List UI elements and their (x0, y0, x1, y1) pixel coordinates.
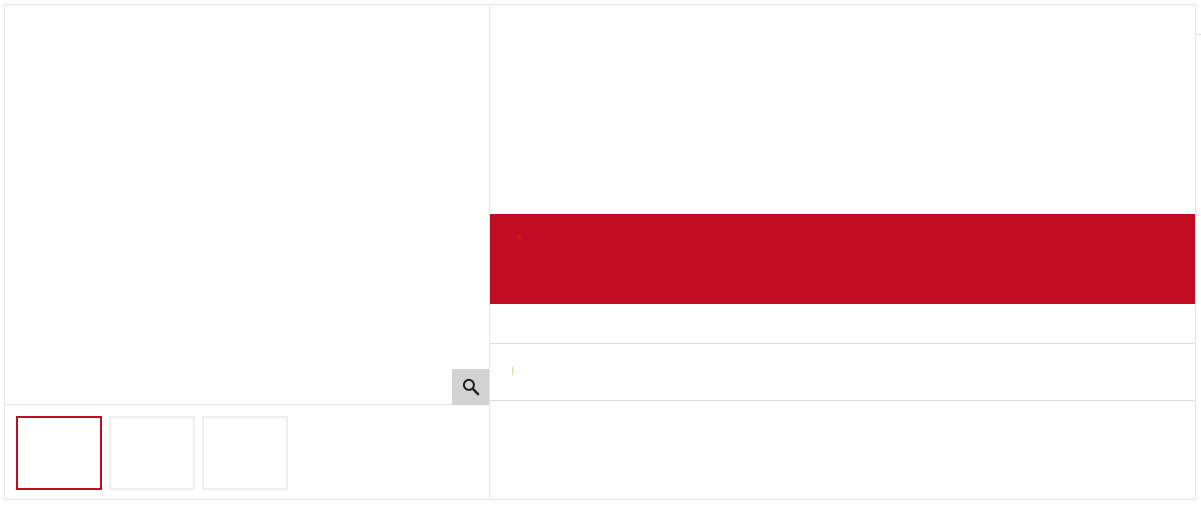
details-row (490, 304, 1195, 344)
thumbnail-2[interactable] (109, 416, 195, 490)
thumbnail-3[interactable] (202, 416, 288, 490)
edge-divider (1196, 34, 1201, 35)
main-product-image[interactable] (5, 5, 489, 405)
magnifier-icon (462, 378, 479, 396)
product-gallery (5, 5, 490, 499)
option-indicator (512, 367, 514, 375)
price-banner (490, 214, 1195, 304)
option-row[interactable] (490, 344, 1195, 401)
zoom-button[interactable] (452, 369, 489, 405)
thumbnail-strip (16, 416, 288, 490)
product-info-area (490, 5, 1195, 214)
product-details (490, 5, 1195, 499)
product-panel (4, 4, 1196, 500)
banner-marker (516, 234, 522, 240)
thumbnail-1[interactable] (16, 416, 102, 490)
